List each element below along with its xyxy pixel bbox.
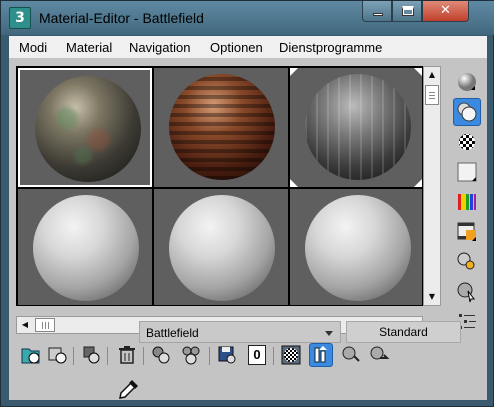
go-forward-to-sibling-icon[interactable]	[367, 343, 391, 367]
material-editor-options-icon[interactable]	[453, 248, 481, 276]
hot-material-corner-icon	[414, 68, 422, 76]
hot-material-corner-icon	[290, 179, 298, 187]
put-to-library-icon[interactable]	[215, 343, 239, 367]
material-editor-window: 3 Material-Editor - Battlefield ✕ Modi M…	[0, 0, 494, 407]
put-to-scene-icon[interactable]	[79, 343, 103, 367]
sample-slot-6[interactable]	[290, 189, 422, 305]
minimize-icon	[373, 13, 383, 16]
sample-slot-5[interactable]	[154, 189, 288, 305]
chevron-down-icon[interactable]	[325, 331, 333, 336]
material-sphere-preview	[305, 195, 411, 301]
background-checker-icon[interactable]	[453, 128, 481, 156]
material-sphere-preview	[169, 195, 275, 301]
show-map-in-viewport-icon[interactable]	[279, 343, 303, 367]
sample-slot-3[interactable]	[290, 68, 422, 187]
maximize-icon	[402, 6, 414, 16]
hot-material-corner-icon	[290, 68, 298, 76]
window-title: Material-Editor - Battlefield	[39, 10, 204, 26]
sample-slot-2[interactable]	[154, 68, 288, 187]
scroll-left-icon[interactable]: ◀	[17, 317, 33, 333]
material-sphere-preview	[35, 76, 141, 182]
sample-uv-tiling-icon[interactable]	[453, 158, 481, 186]
make-material-copy-icon[interactable]	[149, 343, 173, 367]
bottom-toolbar: 0	[19, 343, 439, 369]
video-color-check-icon[interactable]	[453, 188, 481, 216]
material-id-channel-button[interactable]: 0	[245, 343, 269, 367]
select-by-material-icon[interactable]	[453, 278, 481, 306]
menu-modi[interactable]: Modi	[19, 40, 47, 55]
material-name-field[interactable]: Battlefield	[139, 321, 341, 343]
horizontal-scroll-thumb[interactable]	[35, 318, 55, 332]
menu-dienstprogramme[interactable]: Dienstprogramme	[279, 40, 382, 55]
make-unique-icon[interactable]	[179, 343, 203, 367]
eyedropper-icon	[119, 380, 138, 399]
menu-bar: Modi Material Navigation Optionen Dienst…	[9, 36, 487, 58]
material-name-value: Battlefield	[146, 326, 199, 340]
go-to-parent-icon[interactable]	[339, 343, 363, 367]
slots-vertical-scrollbar[interactable]: ▲ ▼	[423, 66, 441, 306]
side-toolbar	[453, 66, 483, 336]
menu-navigation[interactable]: Navigation	[129, 40, 190, 55]
app-icon[interactable]: 3	[9, 7, 31, 29]
menu-optionen[interactable]: Optionen	[210, 40, 263, 55]
material-id-channel-value: 0	[248, 345, 266, 365]
get-material-icon[interactable]	[19, 343, 43, 367]
scroll-down-icon[interactable]: ▼	[424, 289, 440, 305]
hot-material-corner-icon	[414, 179, 422, 187]
vertical-scroll-thumb[interactable]	[425, 85, 439, 105]
sample-slot-1[interactable]	[18, 68, 152, 187]
sample-type-sphere-icon[interactable]	[453, 68, 481, 96]
close-icon: ✕	[440, 3, 451, 18]
scroll-up-icon[interactable]: ▲	[424, 67, 440, 83]
close-button[interactable]: ✕	[422, 1, 469, 22]
assign-material-to-selection-icon[interactable]	[45, 343, 69, 367]
reset-map-icon[interactable]	[115, 343, 139, 367]
show-end-result-icon[interactable]	[309, 343, 333, 367]
make-preview-icon[interactable]	[453, 218, 481, 246]
editor-client-area: ▲ ▼ ◀ ▶	[9, 58, 487, 400]
sample-slot-4[interactable]	[18, 189, 152, 305]
pick-material-from-object-button[interactable]	[117, 377, 141, 401]
backlight-icon[interactable]	[453, 98, 481, 126]
material-type-button[interactable]: Standard	[346, 321, 461, 343]
title-bar[interactable]: 3 Material-Editor - Battlefield ✕	[1, 1, 494, 35]
material-sphere-preview	[33, 195, 139, 301]
sample-slot-grid	[16, 66, 423, 306]
material-sphere-preview	[305, 74, 411, 180]
material-sphere-preview	[169, 74, 275, 180]
minimize-button[interactable]	[362, 1, 392, 22]
maximize-button[interactable]	[392, 1, 422, 22]
menu-material[interactable]: Material	[66, 40, 112, 55]
